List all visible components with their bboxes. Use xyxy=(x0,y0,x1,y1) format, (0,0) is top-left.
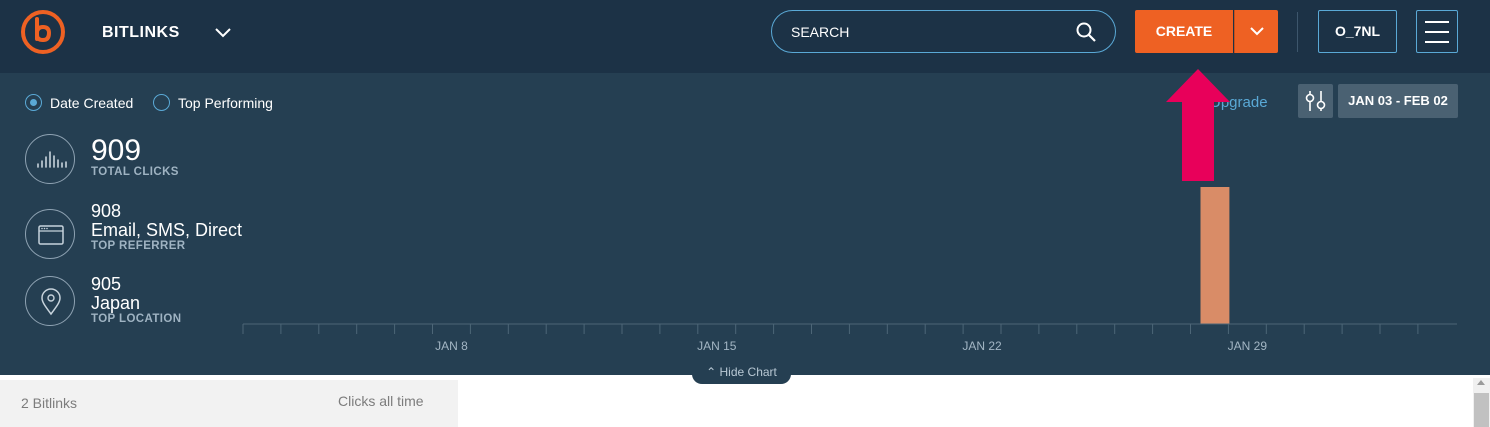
chevron-down-icon[interactable] xyxy=(214,26,232,40)
search-placeholder: SEARCH xyxy=(791,24,850,40)
clicks-chart: JAN 8 JAN 15 JAN 22 JAN 29 xyxy=(242,187,1457,353)
scroll-up-arrow-icon[interactable] xyxy=(1477,380,1485,385)
bitlinks-count: 2 Bitlinks xyxy=(21,395,78,411)
chart-x-tick-label: JAN 22 xyxy=(962,339,1002,353)
chevron-up-icon: ⌃ xyxy=(706,365,717,379)
hide-chart-toggle[interactable]: ⌃ Hide Chart xyxy=(692,362,791,384)
annotation-arrow-icon xyxy=(1166,69,1230,181)
search-input[interactable]: SEARCH xyxy=(771,10,1116,53)
search-icon[interactable] xyxy=(1075,21,1097,43)
hide-chart-label: Hide Chart xyxy=(719,365,777,379)
chart-x-tick-label: JAN 15 xyxy=(697,339,737,353)
brand-dropdown-label[interactable]: BITLINKS xyxy=(102,24,180,42)
divider xyxy=(1297,12,1298,52)
bitlinks-list-header: 2 Bitlinks Clicks all time xyxy=(0,380,458,427)
bitly-logo-icon[interactable] xyxy=(20,9,66,55)
user-account-button[interactable]: O_7NL xyxy=(1318,10,1397,53)
scroll-thumb[interactable] xyxy=(1474,393,1489,427)
top-bar: BITLINKS SEARCH CREATE O_7NL xyxy=(0,0,1490,73)
create-button[interactable]: CREATE xyxy=(1135,10,1233,53)
chart-x-tick-label: JAN 29 xyxy=(1228,339,1268,353)
scrollbar[interactable] xyxy=(1473,378,1490,427)
chart-bar[interactable] xyxy=(1200,187,1230,324)
chart-x-tick-label: JAN 8 xyxy=(435,339,468,353)
clicks-all-time-label[interactable]: Clicks all time xyxy=(338,393,424,409)
create-dropdown-button[interactable] xyxy=(1234,10,1278,53)
chevron-down-icon xyxy=(1250,27,1264,36)
analytics-panel: Date Created Top Performing Upgrade JAN … xyxy=(0,73,1490,375)
hamburger-menu-icon[interactable] xyxy=(1416,10,1458,53)
